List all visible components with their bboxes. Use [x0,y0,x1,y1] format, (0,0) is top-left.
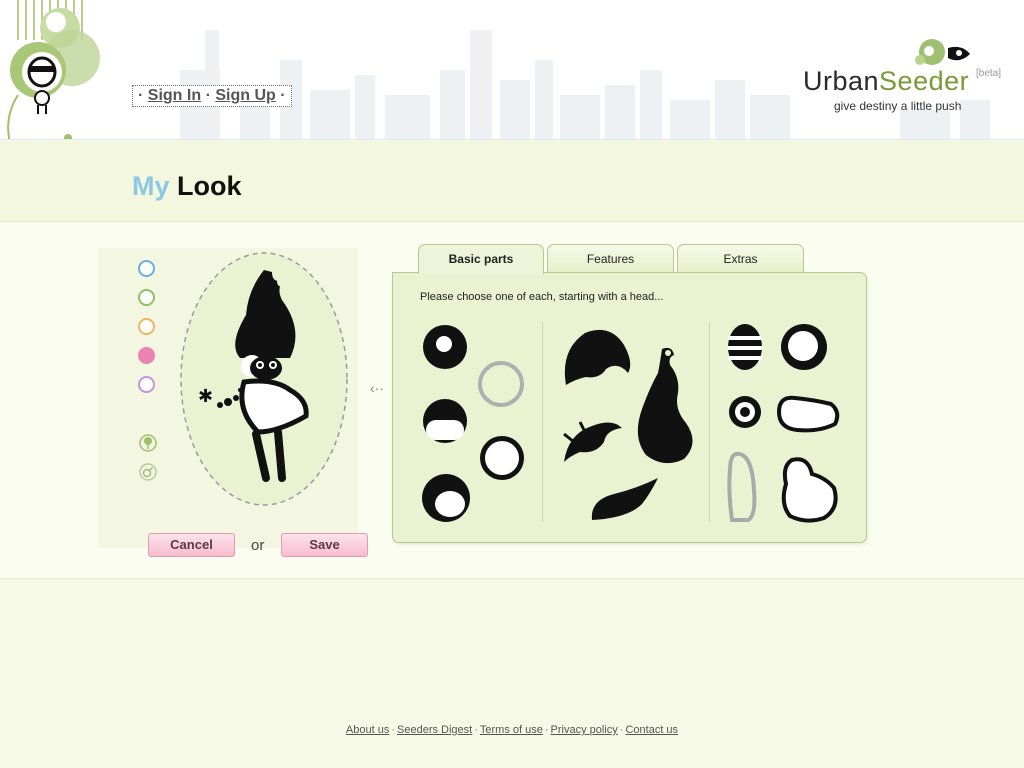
urbanseeder-logo[interactable]: UrbanSeeder [beta] give destiny a little… [800,38,1010,118]
page-title: My Look [132,171,242,201]
body-option-2[interactable] [779,321,829,373]
panel-instruction: Please choose one of each, starting with… [420,291,664,303]
head-option-1[interactable] [420,322,470,372]
color-swatch-blue[interactable] [138,260,155,277]
separator: · [138,87,144,104]
body-option-3[interactable] [727,394,763,430]
terms-of-use-link[interactable]: Terms of use [480,724,543,736]
arrow-hint: ‹·· [370,380,384,396]
hair-option-1[interactable] [560,325,635,390]
separator: · [205,87,211,104]
beta-label: [beta] [976,68,1002,79]
cancel-button[interactable]: Cancel [148,533,235,557]
logo-wordmark: UrbanSeeder [803,66,970,96]
tagline: give destiny a little push [834,99,962,113]
separator: · [280,87,286,104]
site-footer: About us · Seeders Digest · Terms of use · Pri… [345,724,679,736]
color-swatch-purple[interactable] [138,376,155,393]
tab-features[interactable]: Features [547,244,674,273]
body-option-6[interactable] [778,454,840,524]
auth-links: · Sign In · Sign Up · [132,85,292,107]
sign-in-link[interactable]: Sign In [148,87,201,104]
save-button[interactable]: Save [281,533,368,557]
body-option-1[interactable] [726,322,764,372]
hair-option-4[interactable] [588,476,660,524]
color-swatch-pink[interactable] [138,347,155,364]
sign-up-link[interactable]: Sign Up [215,87,275,104]
tab-basic-parts[interactable]: Basic parts [418,244,544,274]
head-option-4[interactable] [477,433,527,483]
head-option-3[interactable] [420,396,470,446]
hair-option-2[interactable] [634,343,696,468]
site-header: · Sign In · Sign Up · UrbanSeeder [beta]… [0,0,1024,140]
contact-us-link[interactable]: Contact us [625,724,678,736]
body-option-4[interactable] [775,392,841,434]
about-us-link[interactable]: About us [346,724,389,736]
hair-option-3[interactable] [560,412,626,467]
or-label: or [251,537,265,554]
female-icon[interactable] [139,434,157,452]
head-option-5[interactable] [420,472,472,524]
color-swatch-orange[interactable] [138,318,155,335]
male-icon[interactable] [139,463,157,481]
seeders-digest-link[interactable]: Seeders Digest [397,724,472,736]
tab-extras[interactable]: Extras [677,244,804,273]
head-option-2[interactable] [476,358,526,410]
color-swatch-green[interactable] [138,289,155,306]
body-option-5[interactable] [726,450,762,524]
svg-text:✱: ✱ [198,386,213,406]
privacy-policy-link[interactable]: Privacy policy [551,724,618,736]
seed-character-logo [7,0,100,140]
avatar-preview: ✱ [180,252,348,506]
